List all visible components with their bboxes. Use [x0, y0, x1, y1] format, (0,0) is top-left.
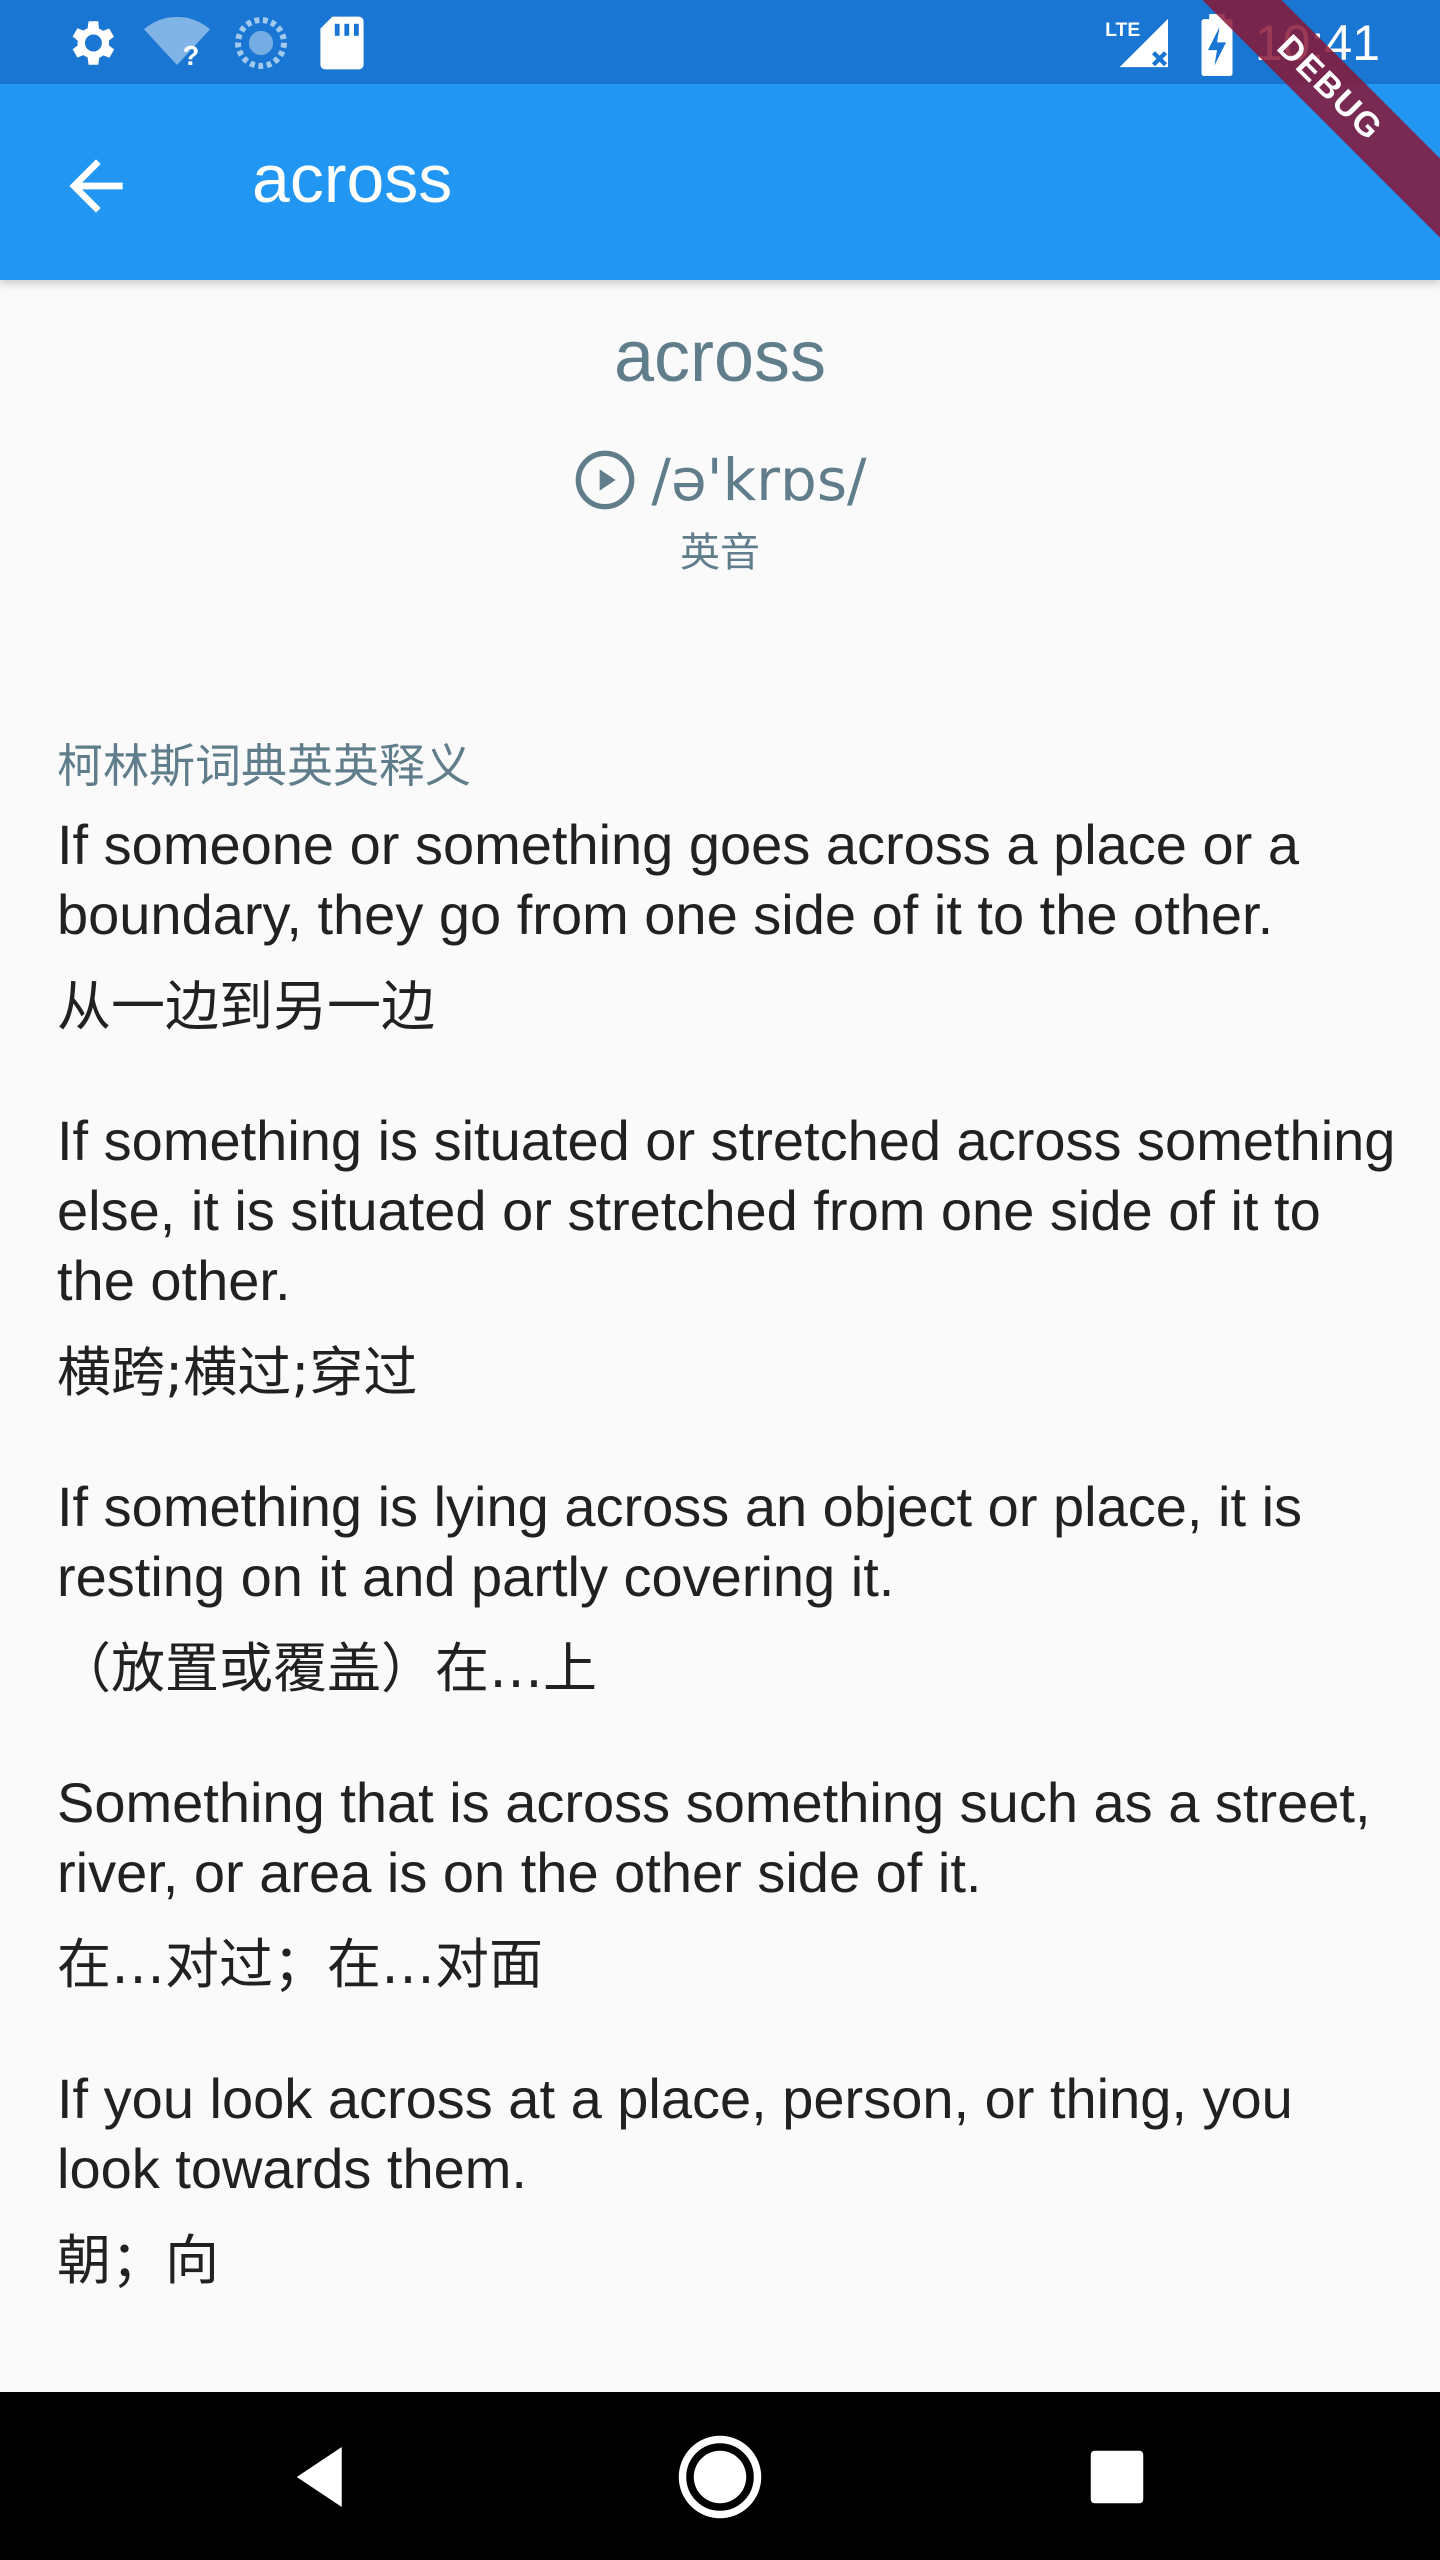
lte-signal-icon: LTE [1105, 18, 1168, 68]
wifi-unknown-icon: ? [144, 16, 210, 71]
definition-english: If something is lying across an object o… [57, 1475, 1303, 1608]
definition-chinese: 在…对过；在…对面 [57, 1933, 543, 1996]
system-nav-bar [0, 2392, 1440, 2560]
app-bar: across [0, 84, 1440, 280]
definition-item: Something that is across something such … [57, 1768, 1397, 2000]
definition-english: Something that is across something such … [57, 1771, 1371, 1904]
definition-item: If you look across at a place, person, o… [57, 2064, 1397, 2296]
pronunciation-row: /ə'krɒs/ [0, 442, 1440, 514]
arrow-back-icon[interactable] [56, 146, 136, 226]
definition-chinese: （放置或覆盖）在…上 [57, 1637, 597, 1700]
definition-item: If something is lying across an object o… [57, 1472, 1397, 1704]
definition-english: If someone or something goes across a pl… [57, 813, 1300, 946]
accent-label: 英音 [680, 530, 760, 576]
definition-english: If something is situated or stretched ac… [57, 1109, 1396, 1312]
gear-icon [72, 21, 115, 65]
word-detail-content: across /ə'krɒs/ 英音 柯林斯词典英英释义 If someone … [0, 280, 1440, 2392]
sync-icon [235, 17, 287, 69]
definition-english: If you look across at a place, person, o… [57, 2067, 1293, 2200]
definition-list: If someone or something goes across a pl… [57, 810, 1397, 2360]
definition-chinese: 从一边到另一边 [57, 975, 435, 1038]
headword: across [613, 317, 827, 397]
back-triangle-icon[interactable] [278, 2432, 368, 2522]
dictionary-source-label: 柯林斯词典英英释义 [57, 739, 471, 793]
definition-chinese: 朝；向 [57, 2229, 219, 2292]
app-bar-title: across [252, 141, 453, 217]
phonetic-text: /ə'krɒs/ [651, 445, 867, 514]
svg-text:LTE: LTE [1105, 20, 1140, 41]
sd-card-icon [320, 16, 364, 70]
home-circle-icon[interactable] [675, 2432, 765, 2522]
recents-square-icon[interactable] [1072, 2432, 1162, 2522]
definition-item: If someone or something goes across a pl… [57, 810, 1397, 1042]
svg-text:?: ? [183, 40, 200, 71]
definition-chinese: 横跨;横过;穿过 [57, 1341, 418, 1404]
definition-item: If something is situated or stretched ac… [57, 1106, 1397, 1408]
play-circle-icon[interactable] [573, 448, 637, 512]
